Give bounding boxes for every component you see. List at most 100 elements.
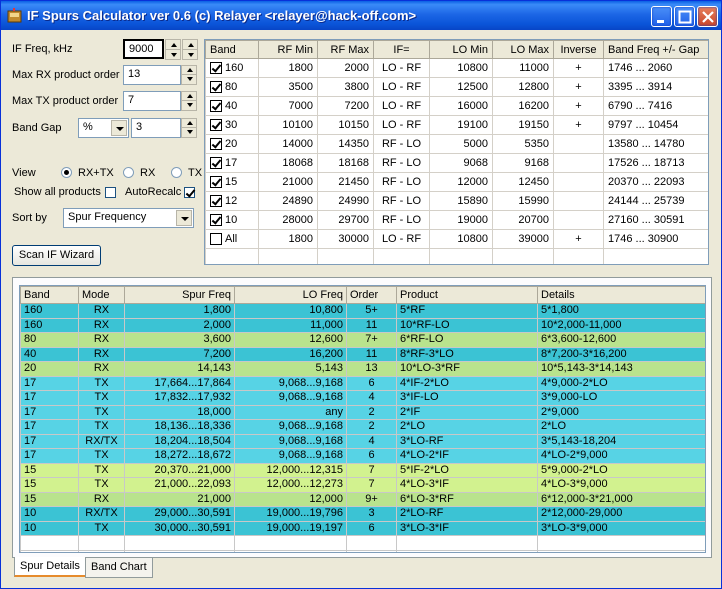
spur-cell-mode: RX (78, 332, 125, 348)
band-enable-checkbox[interactable] (210, 62, 222, 75)
band-row[interactable]: 15 21000 21450 RF - LO 12000 12450 20370 ... 2… (205, 172, 708, 192)
spur-row[interactable]: 15 TX 21,000...22,093 12,000...12,273 7 4*LO-… (20, 477, 705, 493)
spur-cell-product: 10*LO-3*RF (396, 361, 538, 377)
band-table[interactable]: Band RF Min RF Max IF= LO Min LO Max Inverse Ba… (204, 39, 709, 265)
spur-cell-lo: 9,068...9,168 (234, 433, 347, 449)
title-bar[interactable]: IF Spurs Calculator ver 0.6 (c) Relayer … (1, 1, 721, 30)
band-cell-gap: 24144 ... 25739 (603, 191, 708, 211)
spur-cell-order: 6 (346, 375, 397, 391)
band-label: 160 (225, 61, 244, 74)
tab-band-chart[interactable]: Band Chart (85, 558, 153, 578)
view-radio-tx[interactable] (171, 167, 182, 178)
spur-row[interactable]: 15 RX 21,000 12,000 9+ 6*LO-3*RF 6*12,000-3*21… (20, 491, 705, 507)
if-freq-input[interactable]: 9000 (123, 39, 164, 59)
if-freq-spinner[interactable] (165, 39, 181, 60)
spur-row[interactable]: 17 TX 18,000 any 2 2*IF 2*9,000 (20, 404, 705, 420)
band-cell-rf-min: 1800 (258, 229, 318, 249)
band-cell-gap: 27160 ... 30591 (603, 210, 708, 230)
spur-col-header[interactable]: Mode (78, 286, 125, 304)
view-radio-rxtx[interactable] (61, 167, 72, 178)
chevron-down-icon (176, 210, 192, 226)
view-radio-rx[interactable] (123, 167, 134, 178)
band-gap-input[interactable]: 3 (131, 118, 181, 138)
band-row[interactable]: 80 3500 3800 LO - RF 12500 12800 +3395 ... 391… (205, 77, 708, 97)
spur-col-header[interactable]: LO Freq (234, 286, 347, 304)
spur-row[interactable]: 15 TX 20,370...21,000 12,000...12,315 7 5*IF-… (20, 462, 705, 478)
band-enable-checkbox[interactable] (210, 81, 222, 94)
band-row[interactable]: 10 28000 29700 RF - LO 19000 20700 27160 ... 3… (205, 210, 708, 230)
spur-row[interactable]: 160 RX 2,000 11,000 11 10*RF-LO 10*2,000-11,00… (20, 317, 705, 333)
max-tx-spinner[interactable] (181, 91, 197, 111)
band-gap-unit-select[interactable]: % (78, 118, 129, 138)
band-cell-lo-max: 15990 (492, 191, 554, 211)
band-cell-rf-min: 7000 (258, 96, 318, 116)
spur-col-header[interactable]: Product (396, 286, 538, 304)
spur-cell-order: 11 (346, 317, 397, 333)
window-title: IF Spurs Calculator ver 0.6 (c) Relayer … (27, 8, 417, 23)
spur-row[interactable]: 17 TX 17,664...17,864 9,068...9,168 6 4*IF-2*… (20, 375, 705, 391)
band-enable-checkbox[interactable] (210, 119, 222, 132)
empty-cell (603, 248, 708, 264)
spur-cell-spur: 18,136...18,336 (124, 419, 235, 435)
band-gap-spinner[interactable] (181, 118, 197, 138)
spur-row[interactable]: 40 RX 7,200 16,200 11 8*RF-3*LO 8*7,200-3*16,2… (20, 346, 705, 362)
band-col-header[interactable]: LO Max (492, 40, 554, 59)
spur-cell-product: 5*RF (396, 303, 538, 319)
band-col-header[interactable]: Band Freq +/- Gap (603, 40, 708, 59)
band-col-header[interactable]: IF= (373, 40, 430, 59)
band-row[interactable]: 30 10100 10150 LO - RF 19100 19150 +9797 ... 1… (205, 115, 708, 135)
minimize-button[interactable] (651, 6, 672, 27)
band-enable-checkbox[interactable] (210, 176, 222, 189)
band-col-header[interactable]: LO Min (429, 40, 493, 59)
sort-select[interactable]: Spur Frequency (63, 208, 194, 228)
band-enable-checkbox[interactable] (210, 157, 222, 170)
band-row[interactable]: 20 14000 14350 RF - LO 5000 5350 13580 ... 147… (205, 134, 708, 154)
show-all-checkbox[interactable] (105, 187, 116, 198)
band-enable-checkbox[interactable] (210, 214, 222, 227)
spur-cell-lo: 12,000...12,315 (234, 462, 347, 478)
empty-cell (429, 248, 493, 264)
close-button[interactable] (697, 6, 718, 27)
band-row[interactable]: 160 1800 2000 LO - RF 10800 11000 +1746 ... 20… (205, 58, 708, 78)
band-enable-checkbox[interactable] (210, 100, 222, 113)
spur-cell-band: 17 (20, 419, 79, 435)
spur-col-header[interactable]: Spur Freq (124, 286, 235, 304)
spur-row[interactable]: 17 TX 17,832...17,932 9,068...9,168 4 3*IF-LO… (20, 390, 705, 406)
band-row[interactable]: 40 7000 7200 LO - RF 16000 16200 +6790 ... 741… (205, 96, 708, 116)
band-enable-checkbox[interactable] (210, 195, 222, 208)
spur-row[interactable]: 17 TX 18,136...18,336 9,068...9,168 2 2*LO 2*L… (20, 419, 705, 435)
spur-row[interactable]: 10 RX/TX 29,000...30,591 19,000...19,796 3 2*… (20, 506, 705, 522)
spur-col-header[interactable]: Details (537, 286, 705, 304)
autorecalc-checkbox[interactable] (184, 187, 195, 198)
spur-table[interactable]: Band Mode Spur Freq LO Freq Order Product Deta… (19, 285, 706, 553)
band-enable-checkbox[interactable] (210, 233, 222, 246)
spur-cell-details: 4*LO-3*9,000 (537, 477, 705, 493)
spur-row[interactable]: 17 TX 18,272...18,672 9,068...9,168 6 4*LO-2*… (20, 448, 705, 464)
max-rx-spinner[interactable] (181, 65, 197, 85)
spur-row[interactable]: 17 RX/TX 18,204...18,504 9,068...9,168 4 3*LO… (20, 433, 705, 449)
spur-row[interactable]: 80 RX 3,600 12,600 7+ 6*RF-LO 6*3,600-12,600 (20, 332, 705, 348)
if-freq-spinner-fast[interactable] (182, 39, 198, 60)
spur-col-header[interactable]: Order (346, 286, 397, 304)
spur-cell-lo: 12,000 (234, 491, 347, 507)
band-col-header[interactable]: Band (205, 40, 259, 59)
scan-if-wizard-button[interactable]: Scan IF Wizard (12, 245, 101, 266)
band-cell: 30 (205, 115, 259, 135)
maximize-button[interactable] (674, 6, 695, 27)
band-row[interactable]: 17 18068 18168 RF - LO 9068 9168 17526 ... 187… (205, 153, 708, 173)
band-enable-checkbox[interactable] (210, 138, 222, 151)
spur-col-header[interactable]: Band (20, 286, 79, 304)
band-col-header[interactable]: Inverse (553, 40, 604, 59)
spur-row[interactable]: 10 TX 30,000...30,591 19,000...19,197 6 3*LO-… (20, 520, 705, 536)
band-row[interactable]: All 1800 30000 LO - RF 10800 39000 +1746 ... 3… (205, 229, 708, 249)
empty-cell (396, 535, 538, 551)
band-col-header[interactable]: RF Max (317, 40, 374, 59)
tab-spur-details[interactable]: Spur Details (14, 557, 86, 577)
spur-row[interactable]: 20 RX 14,143 5,143 13 10*LO-3*RF 10*5,143-3*14… (20, 361, 705, 377)
band-col-header[interactable]: RF Min (258, 40, 318, 59)
max-rx-input[interactable]: 13 (123, 65, 181, 85)
max-tx-input[interactable]: 7 (123, 91, 181, 111)
spur-row[interactable]: 160 RX 1,800 10,800 5+ 5*RF 5*1,800 (20, 303, 705, 319)
spur-cell-product: 4*LO-2*IF (396, 448, 538, 464)
band-row[interactable]: 12 24890 24990 RF - LO 15890 15990 24144 ... 2… (205, 191, 708, 211)
